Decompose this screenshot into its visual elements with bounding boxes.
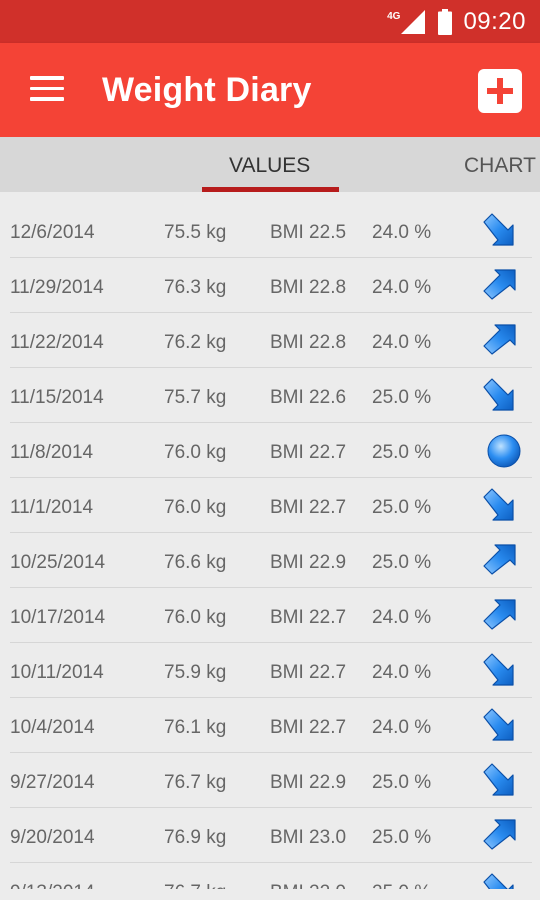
status-bar: 4G 09:20 [0,0,540,43]
entry-bmi: BMI 22.7 [270,607,347,628]
trend-down-icon [483,873,514,889]
trend-same-icon [487,434,521,468]
list-item[interactable]: 11/29/2014 76.3 kg BMI 22.8 24.0 % [0,258,540,313]
list-item[interactable]: 11/8/2014 76.0 kg BMI 22.7 25.0 % [0,423,540,478]
entry-bmi: BMI 22.9 [270,882,346,889]
entry-weight: 75.7 kg [164,387,227,408]
entry-bmi: BMI 22.8 [270,332,347,353]
trend-up-icon [483,819,516,850]
list-item[interactable]: 10/11/2014 75.9 kg BMI 22.7 24.0 % [0,643,540,698]
entry-date: 10/4/2014 [10,717,95,738]
entry-bmi: BMI 22.8 [270,277,347,298]
entry-weight: 76.0 kg [164,497,227,518]
tab-values[interactable]: VALUES [229,154,310,178]
list-item[interactable]: 9/27/2014 76.7 kg BMI 22.9 25.0 % [0,753,540,808]
entry-bmi: BMI 22.7 [270,717,347,738]
signal-icon [401,10,426,34]
entry-weight: 76.2 kg [164,332,227,353]
tab-chart[interactable]: CHART [464,154,536,178]
entry-weight: 76.7 kg [164,882,226,889]
list-item[interactable]: 11/22/2014 76.2 kg BMI 22.8 24.0 % [0,313,540,368]
entry-bmi: BMI 22.6 [270,387,347,408]
entry-bmi: BMI 22.9 [270,552,347,573]
entry-date: 9/27/2014 [10,772,95,793]
trend-down-icon [483,213,514,246]
list-item[interactable]: 12/6/2014 75.5 kg BMI 22.5 24.0 % [0,203,540,258]
entry-date: 10/11/2014 [10,662,104,683]
entry-weight: 76.9 kg [164,827,227,848]
entry-weight: 76.3 kg [164,277,227,298]
clock: 09:20 [463,8,526,35]
entry-date: 11/1/2014 [10,497,94,518]
list-item[interactable]: 9/13/2014 76.7 kg BMI 22.9 25.0 % [0,863,540,889]
tab-strip: VALUES CHART [0,137,540,192]
entry-weight: 75.9 kg [164,662,227,683]
entry-body-fat: 24.0 % [372,662,432,683]
entry-bmi: BMI 22.7 [270,497,347,518]
list-item[interactable]: 10/17/2014 76.0 kg BMI 22.7 24.0 % [0,588,540,643]
menu-icon[interactable] [30,76,66,104]
entry-body-fat: 24.0 % [372,222,432,243]
add-entry-button[interactable] [478,69,522,113]
app-title: Weight Diary [102,71,312,109]
entry-date: 10/17/2014 [10,607,106,628]
entry-body-fat: 25.0 % [372,827,432,848]
entry-date: 11/29/2014 [10,277,104,298]
entry-date: 9/20/2014 [10,827,95,848]
trend-up-icon [483,269,516,300]
entry-weight: 76.1 kg [164,717,227,738]
tab-indicator [202,187,339,192]
trend-up-icon [483,324,516,355]
entry-body-fat: 24.0 % [372,277,432,298]
entry-body-fat: 24.0 % [372,332,432,353]
entry-body-fat: 25.0 % [372,772,432,793]
entry-bmi: BMI 22.7 [270,442,347,463]
entry-body-fat: 24.0 % [372,717,432,738]
list-item[interactable]: 11/15/2014 75.7 kg BMI 22.6 25.0 % [0,368,540,423]
entry-weight: 75.5 kg [164,222,227,243]
network-type-label: 4G [387,10,401,22]
entry-body-fat: 25.0 % [372,882,431,889]
status-icons: 4G 09:20 [387,6,526,38]
list-item[interactable]: 11/1/2014 76.0 kg BMI 22.7 25.0 % [0,478,540,533]
trend-down-icon [483,708,514,741]
entry-body-fat: 25.0 % [372,497,432,518]
entry-weight: 76.7 kg [164,772,227,793]
app-bar: Weight Diary [0,43,540,137]
trend-down-icon [483,763,514,796]
entry-body-fat: 25.0 % [372,552,432,573]
entry-date: 11/22/2014 [10,332,104,353]
trend-down-icon [483,653,514,686]
list-item[interactable]: 10/25/2014 76.6 kg BMI 22.9 25.0 % [0,533,540,588]
entry-body-fat: 24.0 % [372,607,432,628]
entry-body-fat: 25.0 % [372,442,432,463]
entries-list[interactable]: 12/6/2014 75.5 kg BMI 22.5 24.0 % 11/29/2014… [0,203,540,889]
entry-weight: 76.0 kg [164,607,227,628]
trend-down-icon [483,488,514,521]
list-item[interactable]: 10/4/2014 76.1 kg BMI 22.7 24.0 % [0,698,540,753]
entry-weight: 76.0 kg [164,442,227,463]
trend-down-icon [483,378,514,411]
entry-weight: 76.6 kg [164,552,227,573]
entry-bmi: BMI 23.0 [270,827,347,848]
trend-up-icon [483,544,516,575]
entry-body-fat: 25.0 % [372,387,432,408]
list-item[interactable]: 9/20/2014 76.9 kg BMI 23.0 25.0 % [0,808,540,863]
battery-icon [438,9,453,35]
entry-date: 11/15/2014 [10,387,104,408]
entry-date: 9/13/2014 [10,882,95,889]
entry-bmi: BMI 22.7 [270,662,347,683]
entry-date: 11/8/2014 [10,442,94,463]
entry-bmi: BMI 22.9 [270,772,347,793]
entry-date: 10/25/2014 [10,552,106,573]
trend-up-icon [483,599,516,630]
entry-date: 12/6/2014 [10,222,95,243]
entry-bmi: BMI 22.5 [270,222,347,243]
